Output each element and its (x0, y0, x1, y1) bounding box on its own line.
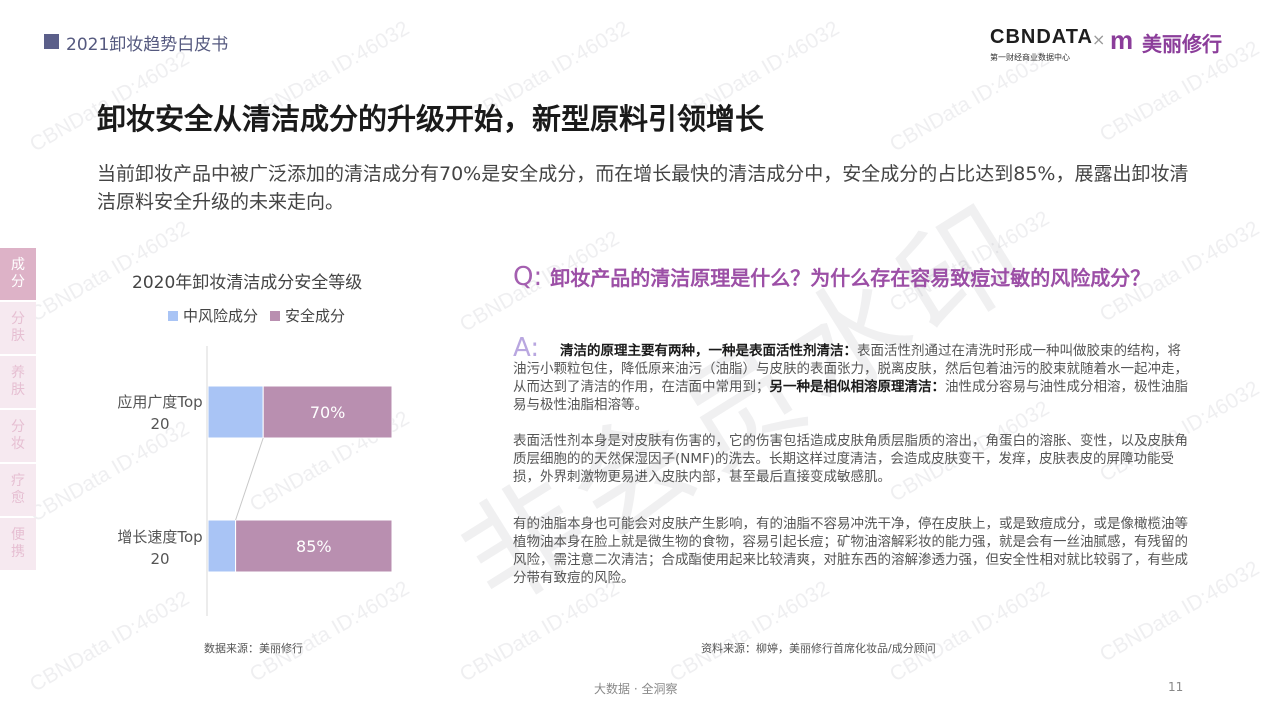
side-tab-ingredients[interactable]: 成分 (0, 248, 36, 300)
page-number: 11 (1168, 680, 1184, 694)
side-tab-label: 疗愈 (11, 473, 25, 506)
chart-legend: 中风险成分 安全成分 (168, 305, 345, 326)
category-label: 20 (150, 415, 169, 433)
legend-item-medium-risk: 中风险成分 (168, 305, 258, 326)
legend-label: 中风险成分 (183, 307, 259, 325)
category-label: 20 (150, 550, 169, 568)
answer-paragraph-2: 表面活性剂本身是对皮肤有伤害的，它的伤害包括造成皮肤角质层脂质的溶出，角蛋白的溶… (513, 433, 1188, 485)
side-tab-healing[interactable]: 疗愈 (0, 464, 36, 516)
watermark-text: CBNData ID:46032 (666, 576, 834, 687)
question-text: 卸妆产品的清洁原理是什么？为什么存在容易致痘过敏的风险成分？ (550, 266, 1151, 290)
answer-bold-text: 清洁的原理主要有两种，一种是表面活性剂清洁： (560, 343, 857, 359)
side-tab-label: 养肤 (11, 365, 25, 398)
side-tab-makeup-types[interactable]: 分妆 (0, 410, 36, 462)
answer-bold-text: 另一种是相似相溶原理清洁： (769, 379, 946, 395)
question-block: Q: 卸妆产品的清洁原理是什么？为什么存在容易致痘过敏的风险成分？ (513, 262, 1183, 292)
category-label: 增长速度Top (117, 528, 202, 546)
data-label: 85% (296, 537, 332, 556)
answer-paragraph-3: 有的油脂本身也可能会对皮肤产生影响，有的油脂不容易冲洗干净，停在皮肤上，或是致痘… (513, 516, 1188, 586)
legend-label: 安全成分 (285, 307, 346, 325)
legend-swatch (168, 310, 178, 321)
intro-text: 当前卸妆产品中被广泛添加的清洁成分有70%是安全成分，而在增长最快的清洁成分中，… (97, 163, 1189, 213)
data-label: 70% (310, 403, 346, 422)
series-connector-line (235, 437, 264, 521)
logo-group: CBNDATA 第一财经商业数据中心 × m 美丽修行 (990, 26, 1240, 66)
side-tab-skin-types[interactable]: 分肤 (0, 302, 36, 354)
side-tab-label: 成分 (11, 257, 25, 290)
side-tab-label: 分肤 (11, 311, 25, 344)
chart-source: 数据来源：美丽修行 (204, 642, 303, 655)
report-title: 2021卸妆趋势白皮书 (66, 35, 229, 55)
side-tab-label: 分妆 (11, 419, 25, 452)
q-mark: Q: (513, 262, 543, 292)
watermark-text: CBNData ID:46032 (886, 576, 1054, 687)
watermark-text: CBNData ID:46032 (886, 206, 1054, 317)
side-tab-skincare[interactable]: 养肤 (0, 356, 36, 408)
header-square-icon (44, 34, 59, 49)
cross-icon: × (1092, 30, 1106, 49)
answer-paragraph-1: 清洁的原理主要有两种，一种是表面活性剂清洁：表面活性剂通过在清洗时形成一种叫做胶… (513, 342, 1193, 414)
meili-logo-icon: m (1110, 25, 1134, 55)
chart-title: 2020年卸妆清洁成分安全等级 (132, 273, 363, 293)
side-tab-label: 便携 (11, 527, 25, 560)
text-source: 资料来源：柳婷，美丽修行首席化妆品/成分顾问 (701, 642, 936, 655)
bar-chart: 应用广度Top 20 增长速度Top 20 70% 85% (117, 346, 393, 616)
cbndata-subtitle: 第一财经商业数据中心 (990, 53, 1070, 62)
page-title: 卸妆安全从清洁成分的升级开始，新型原料引领增长 (97, 102, 765, 136)
legend-item-safe: 安全成分 (270, 305, 345, 326)
side-tab-portable[interactable]: 便携 (0, 518, 36, 570)
meili-logo-text: 美丽修行 (1142, 32, 1222, 56)
watermark-text: CBNData ID:46032 (456, 576, 624, 687)
side-tab-nav: 成分 分肤 养肤 分妆 疗愈 便携 (0, 248, 36, 572)
category-label: 应用广度Top (117, 393, 202, 411)
bar-segment-medium-risk (207, 385, 264, 439)
bar-segment-medium-risk (207, 519, 237, 573)
legend-swatch (270, 310, 281, 321)
footer-slogan: 大数据 · 全洞察 (594, 682, 678, 696)
cbndata-logo: CBNDATA (990, 26, 1093, 48)
